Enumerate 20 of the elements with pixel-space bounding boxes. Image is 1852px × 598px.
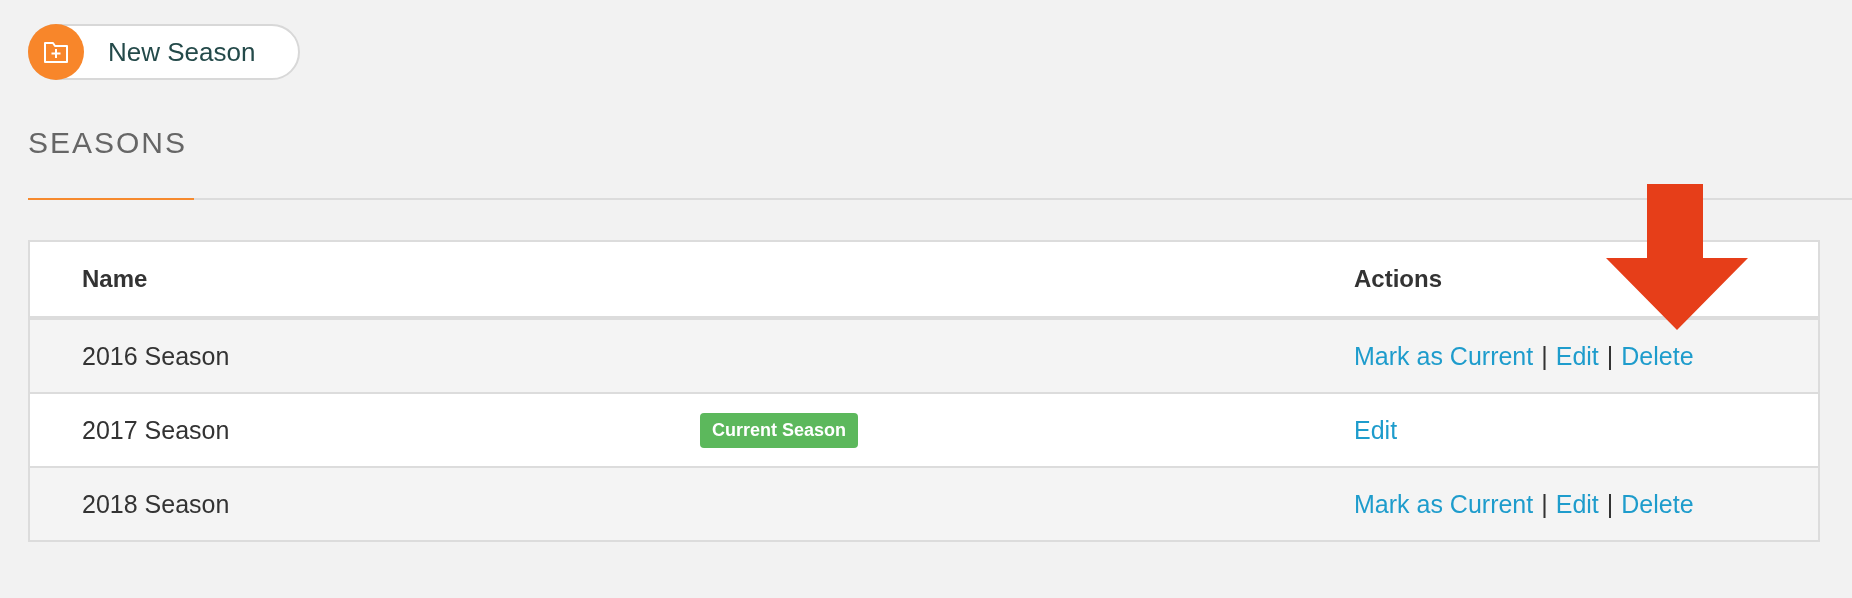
separator: |: [1606, 341, 1614, 371]
separator: |: [1541, 341, 1548, 371]
separator: |: [1606, 489, 1614, 519]
action-link[interactable]: Delete: [1621, 341, 1694, 371]
season-name: 2018 Season: [81, 489, 231, 519]
action-link[interactable]: Edit: [1555, 341, 1599, 371]
separator: |: [1541, 489, 1548, 519]
action-link[interactable]: Mark as Current: [1354, 489, 1534, 519]
action-link[interactable]: Edit: [1354, 415, 1398, 445]
action-link[interactable]: Edit: [1555, 489, 1599, 519]
new-season-button[interactable]: New Season: [28, 24, 300, 80]
action-link[interactable]: Mark as Current: [1354, 341, 1534, 371]
season-name: 2016 Season: [81, 341, 231, 371]
column-header: Name: [81, 265, 149, 293]
section-title: SEASONS: [28, 126, 189, 160]
season-name: 2017 Season: [81, 415, 231, 445]
current-season-badge: Current Season: [700, 412, 859, 448]
column-header: Actions: [1354, 265, 1443, 293]
action-link[interactable]: Delete: [1621, 489, 1694, 519]
add-folder-icon: [43, 40, 69, 64]
